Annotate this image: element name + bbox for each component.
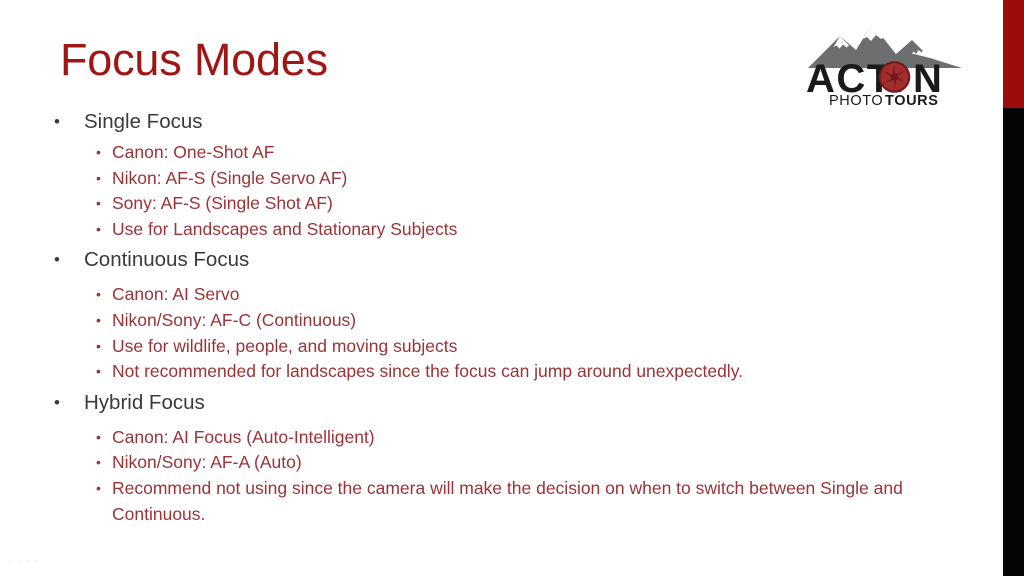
camera-aperture-icon <box>878 61 911 93</box>
list-item: • Not recommended for landscapes since t… <box>48 359 953 385</box>
bullet-glyph-icon: • <box>96 363 101 380</box>
bullet-glyph-icon: • <box>96 311 101 328</box>
page-title: Focus Modes <box>60 34 328 85</box>
bullet-glyph-icon: • <box>96 195 101 212</box>
level1-label: Single Focus <box>84 110 203 133</box>
list-item: • Use for Landscapes and Stationary Subj… <box>48 217 953 243</box>
bullet-glyph-icon: • <box>96 428 101 445</box>
list-item-label: Not recommended for landscapes since the… <box>112 361 744 382</box>
action-photo-tours-logo: ACTI N PHOTO TOURS <box>800 6 970 108</box>
bullet-glyph-icon: • <box>96 337 101 354</box>
list-item: • Nikon/Sony: AF-C (Continuous) <box>48 308 953 334</box>
list-item: • Sony: AF-S (Single Shot AF) <box>48 191 953 217</box>
list-item-label: Nikon: AF-S (Single Servo AF) <box>112 167 348 188</box>
list-item-label: Canon: One-Shot AF <box>112 142 275 162</box>
slide-canvas: Focus Modes ACTI N PHOTO TOURS • Single … <box>0 0 1024 576</box>
list-item-label: Use for wildlife, people, and moving sub… <box>112 335 458 356</box>
bullet-glyph-icon: • <box>96 454 101 471</box>
bullet-glyph-icon: • <box>96 479 101 496</box>
list-item-label: Canon: AI Servo <box>112 284 240 305</box>
edge-accent-bar-red <box>1003 0 1024 108</box>
list-item: • Canon: One-Shot AF <box>48 140 953 166</box>
level1-bullet-continuous-focus: • Continuous Focus <box>48 246 953 273</box>
bullet-glyph-icon: • <box>96 169 101 186</box>
sublist-continuous-focus: • Canon: AI Servo • Nikon/Sony: AF-C (Co… <box>48 282 953 384</box>
bullet-glyph-icon: • <box>54 392 60 412</box>
bullet-group-hybrid-focus: • Hybrid Focus • Canon: AI Focus (Auto-I… <box>48 389 953 527</box>
list-item: • Nikon/Sony: AF-A (Auto) <box>48 450 953 476</box>
list-item-label: Sony: AF-S (Single Shot AF) <box>112 193 333 214</box>
bullet-glyph-icon: • <box>96 220 101 237</box>
list-item-label: Nikon/Sony: AF-A (Auto) <box>112 452 302 473</box>
level1-bullet-hybrid-focus: • Hybrid Focus <box>48 389 953 416</box>
list-item: • Recommend not using since the camera w… <box>48 476 953 527</box>
list-item-label: Nikon/Sony: AF-C (Continuous) <box>112 309 357 330</box>
slide-body: • Single Focus • Canon: One-Shot AF • Ni… <box>48 108 953 527</box>
level1-label: Hybrid Focus <box>84 390 205 414</box>
level1-bullet-single-focus: • Single Focus <box>48 108 953 135</box>
sublist-single-focus: • Canon: One-Shot AF • Nikon: AF-S (Sing… <box>48 140 953 242</box>
list-item-label: Recommend not using since the camera wil… <box>112 477 903 524</box>
bullet-glyph-icon: • <box>54 250 60 270</box>
bullet-glyph-icon: • <box>96 286 101 303</box>
bullet-glyph-icon: • <box>54 112 60 131</box>
list-item: • Canon: AI Servo <box>48 282 953 308</box>
svg-text:TOURS: TOURS <box>885 93 939 108</box>
list-item: • Canon: AI Focus (Auto-Intelligent) <box>48 425 953 451</box>
list-item: • Use for wildlife, people, and moving s… <box>48 334 953 360</box>
compression-artifact-marks: •••• <box>8 556 44 568</box>
list-item-label: Use for Landscapes and Stationary Subjec… <box>112 218 458 239</box>
sublist-hybrid-focus: • Canon: AI Focus (Auto-Intelligent) • N… <box>48 425 953 527</box>
bullet-group-continuous-focus: • Continuous Focus • Canon: AI Servo • N… <box>48 246 953 384</box>
edge-accent-bar-black <box>1003 108 1024 576</box>
list-item-label: Canon: AI Focus (Auto-Intelligent) <box>112 426 375 447</box>
level1-label: Continuous Focus <box>84 248 250 272</box>
list-item: • Nikon: AF-S (Single Servo AF) <box>48 166 953 192</box>
svg-text:PHOTO: PHOTO <box>829 93 883 108</box>
bullet-glyph-icon: • <box>96 144 101 160</box>
bullet-group-single-focus: • Single Focus • Canon: One-Shot AF • Ni… <box>48 108 953 242</box>
